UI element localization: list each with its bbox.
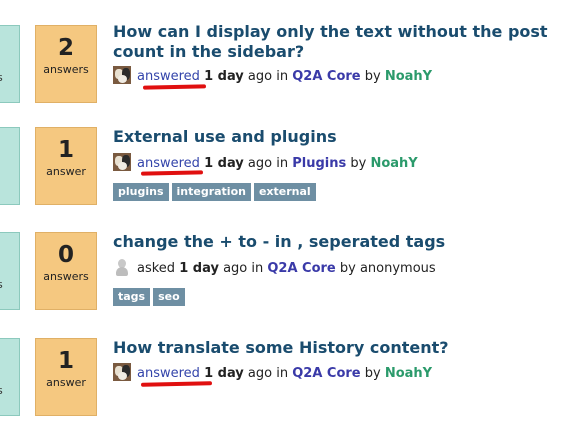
question-title-link[interactable]: How translate some History content? bbox=[113, 338, 573, 358]
activity-time: 1 day bbox=[204, 366, 244, 381]
answer-count-label: answer bbox=[46, 376, 86, 389]
annotation-underline bbox=[140, 170, 204, 176]
tag-link[interactable]: tags bbox=[113, 288, 151, 306]
category-link[interactable]: Plugins bbox=[292, 156, 346, 171]
answer-count-label: answer bbox=[46, 165, 86, 178]
anonymous-avatar-icon bbox=[113, 258, 131, 276]
user-link[interactable]: NoahY bbox=[370, 156, 417, 171]
question-meta: answered 1 day ago in Q2A Core by NoahY bbox=[113, 66, 432, 86]
vote-count-label: s bbox=[0, 384, 3, 397]
user-name: anonymous bbox=[359, 261, 436, 276]
question-meta: asked 1 day ago in Q2A Core by anonymous bbox=[113, 258, 436, 278]
meta-text: by bbox=[346, 156, 371, 171]
annotation-underline bbox=[142, 84, 207, 90]
answer-count-label: answers bbox=[43, 270, 89, 283]
activity-link[interactable]: answered bbox=[137, 156, 200, 171]
answer-count-box: 2 answers bbox=[35, 25, 97, 103]
tag-list: tags seo bbox=[113, 285, 188, 306]
user-link[interactable]: NoahY bbox=[385, 69, 432, 84]
answer-count-box: 0 answers bbox=[35, 232, 97, 310]
tag-link[interactable]: plugins bbox=[113, 183, 169, 201]
vote-count-label: . bbox=[0, 161, 1, 174]
answer-count: 1 bbox=[57, 137, 74, 163]
category-link[interactable]: Q2A Core bbox=[292, 69, 360, 84]
vote-count-box: s bbox=[0, 25, 20, 103]
activity-time: 1 day bbox=[204, 156, 244, 171]
vote-count-box: s bbox=[0, 338, 20, 416]
user-link[interactable]: NoahY bbox=[385, 366, 432, 381]
user-avatar-icon[interactable] bbox=[113, 66, 131, 84]
question-meta: answered 1 day ago in Q2A Core by NoahY bbox=[113, 363, 432, 383]
activity-link[interactable]: answered bbox=[137, 366, 200, 381]
meta-text: by bbox=[360, 366, 385, 381]
meta-text: ago in bbox=[218, 261, 268, 276]
question-title-link[interactable]: change the + to - in , seperated tags bbox=[113, 232, 573, 252]
user-avatar-icon[interactable] bbox=[113, 363, 131, 381]
answer-count: 2 bbox=[57, 35, 74, 61]
meta-text: by bbox=[360, 69, 385, 84]
answer-count-label: answers bbox=[43, 63, 89, 76]
tag-link[interactable]: seo bbox=[153, 288, 185, 306]
activity-time: 1 day bbox=[179, 261, 219, 276]
vote-count-box: s bbox=[0, 232, 20, 310]
meta-text: ago in bbox=[243, 366, 293, 381]
meta-text: ago in bbox=[243, 156, 293, 171]
activity-link[interactable]: answered bbox=[137, 69, 200, 84]
activity-text: asked bbox=[137, 261, 176, 276]
tag-link[interactable]: integration bbox=[171, 183, 251, 201]
meta-text: ago in bbox=[243, 69, 293, 84]
question-title-link[interactable]: External use and plugins bbox=[113, 127, 573, 147]
tag-link[interactable]: external bbox=[253, 183, 316, 201]
meta-text: by bbox=[335, 261, 360, 276]
vote-count-label: s bbox=[0, 278, 3, 291]
activity-time: 1 day bbox=[204, 69, 244, 84]
category-link[interactable]: Q2A Core bbox=[292, 366, 360, 381]
answer-count: 1 bbox=[57, 348, 74, 374]
answer-count: 0 bbox=[57, 242, 74, 268]
answer-count-box: 1 answer bbox=[35, 338, 97, 416]
tag-list: plugins integration external bbox=[113, 180, 319, 201]
answer-count-box: 1 answer bbox=[35, 127, 97, 205]
annotation-underline bbox=[140, 381, 213, 387]
question-meta: answered 1 day ago in Plugins by NoahY bbox=[113, 153, 418, 173]
vote-count-box: . bbox=[0, 127, 20, 205]
user-avatar-icon[interactable] bbox=[113, 153, 131, 171]
vote-count-label: s bbox=[0, 71, 3, 84]
category-link[interactable]: Q2A Core bbox=[267, 261, 335, 276]
question-title-link[interactable]: How can I display only the text without … bbox=[113, 22, 573, 62]
